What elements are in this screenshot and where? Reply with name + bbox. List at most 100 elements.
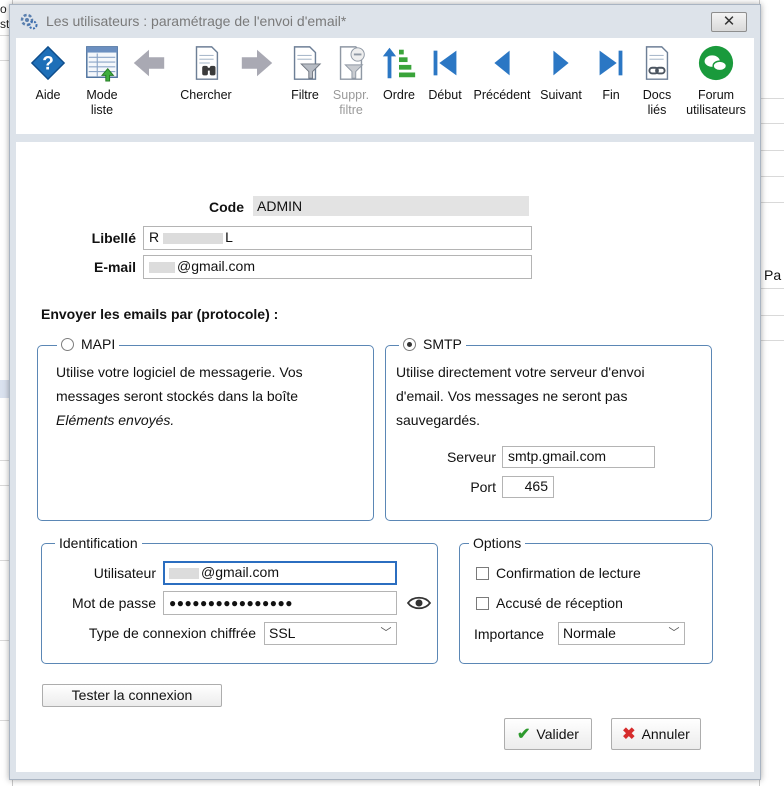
close-icon: ✕ — [722, 13, 736, 30]
background-text: st — [0, 17, 10, 31]
encryption-select[interactable]: SSL ﹀ — [264, 622, 397, 645]
smtp-description-line: d'email. Vos messages ne seront pas — [396, 388, 628, 404]
port-input[interactable]: 465 — [502, 476, 554, 498]
smtp-radio-button[interactable] — [403, 337, 416, 351]
mapi-radio-button[interactable] — [61, 337, 74, 351]
checkbox-box[interactable] — [476, 567, 489, 580]
list-mode-label: Mode liste — [86, 88, 118, 117]
email-input[interactable]: @gmail.com — [143, 255, 532, 279]
mapi-description-line: messages seront stockés dans la boîte — [56, 388, 299, 404]
previous-record-button[interactable]: Précédent — [470, 44, 534, 103]
mapi-description: Utilise votre logiciel de messagerie. Vo… — [56, 360, 366, 432]
email-settings-dialog: Les utilisateurs : paramétrage de l'envo… — [9, 4, 761, 780]
help-label: Aide — [35, 88, 61, 102]
chevron-down-icon: ﹀ — [668, 627, 680, 639]
last-record-label: Fin — [602, 88, 620, 102]
mapi-description-italic: Eléments envoyés. — [56, 412, 175, 428]
code-field: ADMIN — [253, 196, 529, 216]
last-record-icon — [599, 50, 623, 76]
window-title: Les utilisateurs : paramétrage de l'envo… — [46, 13, 347, 29]
read-receipt-label: Confirmation de lecture — [496, 565, 641, 581]
smtp-description: Utilise directement votre serveur d'envo… — [396, 360, 708, 432]
help-icon: ? — [30, 45, 66, 81]
options-legend: Options — [469, 535, 526, 551]
cancel-x-icon: ✖ — [622, 726, 636, 744]
show-password-eye-icon[interactable] — [407, 595, 431, 611]
back-button[interactable] — [128, 44, 170, 82]
linked-docs-icon — [645, 46, 669, 80]
first-record-label: Début — [428, 88, 462, 102]
code-label: Code — [209, 199, 244, 215]
arrow-left-icon — [133, 49, 165, 77]
cancel-button[interactable]: ✖ Annuler — [611, 718, 701, 750]
cancel-label: Annuler — [641, 726, 690, 742]
mapi-legend: MAPI — [81, 336, 116, 352]
email-label: E-mail — [93, 259, 136, 275]
first-record-icon — [433, 50, 457, 76]
search-label: Chercher — [180, 88, 232, 102]
last-record-button[interactable]: Fin — [590, 44, 632, 103]
filter-button[interactable]: Filtre — [282, 44, 328, 103]
search-binoculars-icon — [195, 46, 219, 80]
previous-record-icon — [494, 50, 510, 76]
read-receipt-checkbox[interactable]: Confirmation de lecture — [476, 565, 641, 581]
next-record-label: Suivant — [540, 88, 582, 102]
arrow-right-icon — [241, 49, 273, 77]
svg-text:?: ? — [42, 54, 54, 75]
title-bar[interactable]: Les utilisateurs : paramétrage de l'envo… — [10, 5, 760, 37]
filter-label: Filtre — [291, 88, 319, 102]
smtp-description-line: Utilise directement votre serveur d'envo… — [396, 364, 645, 380]
test-connection-button[interactable]: Tester la connexion — [42, 684, 222, 707]
forum-label: Forum utilisateurs — [686, 88, 746, 117]
settings-gear-icon — [20, 13, 38, 30]
libelle-input[interactable]: RL — [143, 226, 532, 250]
sort-order-icon — [382, 47, 416, 79]
search-button[interactable]: Chercher — [174, 44, 238, 103]
first-record-button[interactable]: Début — [422, 44, 468, 103]
user-value: @gmail.com — [201, 564, 280, 580]
list-mode-button[interactable]: Mode liste — [76, 44, 128, 118]
libelle-value-start: R — [149, 229, 160, 245]
next-record-button[interactable]: Suivant — [536, 44, 586, 103]
user-label: Utilisateur — [93, 565, 156, 581]
importance-value: Normale — [563, 625, 616, 641]
email-value: @gmail.com — [177, 258, 256, 274]
forum-button[interactable]: Forum utilisateurs — [680, 44, 752, 118]
remove-filter-label: Suppr. filtre — [332, 88, 370, 117]
background-app-right: Pa — [759, 0, 784, 786]
background-text: o — [0, 2, 7, 16]
port-label: Port — [470, 479, 496, 495]
password-input[interactable]: ●●●●●●●●●●●●●●●● — [163, 591, 397, 615]
sort-order-label: Ordre — [383, 88, 415, 102]
smtp-radio[interactable]: SMTP — [399, 336, 466, 352]
test-connection-label: Tester la connexion — [71, 687, 193, 703]
remove-filter-button[interactable]: Suppr. filtre — [326, 44, 376, 118]
password-label: Mot de passe — [71, 595, 156, 611]
sort-order-button[interactable]: Ordre — [378, 44, 420, 103]
delivery-receipt-label: Accusé de réception — [496, 595, 623, 611]
checkbox-box[interactable] — [476, 597, 489, 610]
server-label: Serveur — [446, 449, 496, 465]
validate-button[interactable]: ✔ Valider — [504, 718, 592, 750]
help-button[interactable]: ? Aide — [24, 44, 72, 103]
close-button[interactable]: ✕ — [711, 12, 747, 32]
smtp-legend: SMTP — [423, 336, 462, 352]
user-input[interactable]: @gmail.com — [163, 561, 397, 585]
forward-button[interactable] — [236, 44, 278, 82]
filter-icon — [293, 46, 322, 80]
libelle-label: Libellé — [91, 230, 136, 246]
protocol-section-title: Envoyer les emails par (protocole) : — [41, 306, 279, 322]
server-input[interactable]: smtp.gmail.com — [502, 446, 655, 468]
list-mode-icon — [86, 46, 118, 82]
toolbar: ? Aide Mode liste Chercher Filtre Suppr.… — [16, 38, 754, 134]
delivery-receipt-checkbox[interactable]: Accusé de réception — [476, 595, 623, 611]
mapi-radio[interactable]: MAPI — [57, 336, 120, 352]
encryption-value: SSL — [269, 625, 296, 641]
mapi-description-line: Utilise votre logiciel de messagerie. Vo… — [56, 364, 303, 380]
linked-docs-button[interactable]: Docs liés — [636, 44, 678, 118]
validate-label: Valider — [536, 726, 579, 742]
background-text: Pa — [764, 267, 782, 283]
checkmark-icon: ✔ — [517, 726, 531, 744]
importance-select[interactable]: Normale ﹀ — [558, 622, 685, 645]
form-content: Code ADMIN Libellé RL E-mail @gmail.com … — [16, 142, 754, 772]
